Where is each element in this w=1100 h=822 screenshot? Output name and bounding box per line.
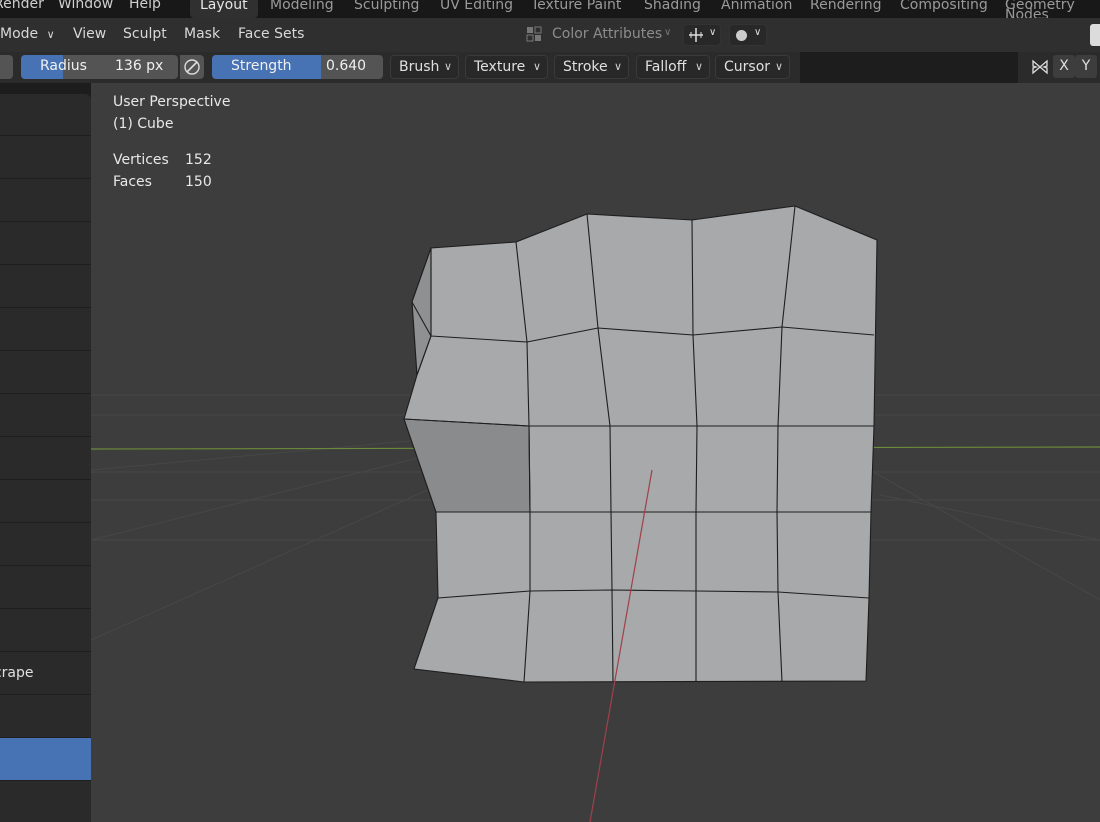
tool-shelf-item[interactable] xyxy=(0,352,91,394)
tool-shelf-item[interactable] xyxy=(0,94,91,136)
tab-sculpting[interactable]: Sculpting xyxy=(344,0,429,18)
tab-texture-paint[interactable]: Texture Paint xyxy=(521,0,631,18)
chevron-down-icon: ∨ xyxy=(664,27,672,38)
chevron-down-icon: ∨ xyxy=(754,27,762,38)
mode-label: Mode xyxy=(0,26,39,42)
3d-viewport[interactable]: User Perspective (1) Cube Vertices 152 F… xyxy=(91,83,1100,822)
strength-field[interactable]: Strength 0.640 xyxy=(212,55,383,79)
tool-shelf-item[interactable] xyxy=(0,180,91,222)
tool-shelf-item[interactable] xyxy=(0,696,91,738)
symmetry-x-toggle[interactable]: X xyxy=(1053,55,1075,78)
color-attributes-icon xyxy=(526,26,542,42)
tool-shelf-item[interactable]: p xyxy=(0,266,91,308)
radius-label: Radius xyxy=(40,58,87,74)
chevron-down-icon: ∨ xyxy=(443,60,452,73)
tab-rendering[interactable]: Rendering xyxy=(800,0,892,18)
tool-shelf-item[interactable] xyxy=(0,481,91,523)
stat-label-vertices: Vertices xyxy=(113,152,169,168)
menu-sculpt[interactable]: Sculpt xyxy=(123,26,167,42)
mode-selector[interactable]: Mode ∨ xyxy=(0,26,55,42)
tab-layout[interactable]: Layout xyxy=(190,0,258,18)
chevron-down-icon: ∨ xyxy=(774,60,783,73)
stat-value-faces: 150 xyxy=(185,174,212,190)
radius-field[interactable]: Radius 136 px xyxy=(21,55,178,79)
viewport-header: Mode ∨ View Sculpt Mask Face Sets Color … xyxy=(0,18,1100,52)
overlay-icon[interactable] xyxy=(1090,24,1100,46)
tool-shelf-item-transform[interactable]: orm xyxy=(0,782,91,822)
symmetry-icon xyxy=(687,27,705,47)
solid-shading-icon xyxy=(736,30,747,41)
tab-compositing[interactable]: Compositing xyxy=(890,0,998,18)
symmetry-options-dropdown[interactable]: ∨ xyxy=(683,24,721,46)
menu-render[interactable]: Render xyxy=(0,0,44,12)
cursor-dropdown-label: Cursor xyxy=(724,59,771,75)
mirror-butterfly-icon[interactable] xyxy=(1030,58,1050,76)
tool-shelf-item[interactable] xyxy=(0,610,91,652)
stroke-dropdown[interactable]: Stroke ∨ xyxy=(554,55,629,79)
tool-shelf-item[interactable] xyxy=(0,567,91,609)
strength-label: Strength xyxy=(231,58,292,74)
color-attributes-dropdown[interactable]: Color Attributes ∨ xyxy=(522,24,677,46)
menu-view[interactable]: View xyxy=(73,26,106,42)
tab-shading[interactable]: Shading xyxy=(634,0,711,18)
falloff-dropdown-label: Falloff xyxy=(645,59,687,75)
pen-pressure-icon xyxy=(184,59,200,75)
tool-shelf-item[interactable] xyxy=(0,223,91,265)
stroke-dropdown-label: Stroke xyxy=(563,59,608,75)
tool-shelf-item[interactable] xyxy=(0,438,91,480)
object-name: (1) Cube xyxy=(113,116,174,132)
pressure-radius-button[interactable] xyxy=(180,55,204,79)
tool-shelf-item[interactable] xyxy=(0,395,91,437)
shading-mode-dropdown[interactable]: ∨ xyxy=(729,24,767,46)
stat-label-faces: Faces xyxy=(113,174,152,190)
tool-shelf-item-selected[interactable] xyxy=(0,738,91,781)
tool-shelf-item[interactable] xyxy=(0,309,91,351)
tool-shelf-item-scrape[interactable]: e Scrape xyxy=(0,653,91,695)
cursor-dropdown[interactable]: Cursor ∨ xyxy=(715,55,790,79)
brush-preview-slot[interactable] xyxy=(0,55,13,79)
menu-mask[interactable]: Mask xyxy=(184,26,220,42)
menu-face-sets[interactable]: Face Sets xyxy=(238,26,304,42)
menu-window[interactable]: Window xyxy=(58,0,113,12)
menu-help[interactable]: Help xyxy=(129,0,161,12)
brush-dropdown[interactable]: Brush ∨ xyxy=(390,55,459,79)
chevron-down-icon: ∨ xyxy=(532,60,541,73)
texture-dropdown-label: Texture xyxy=(474,59,526,75)
radius-value: 136 px xyxy=(115,58,164,74)
cube-mesh xyxy=(403,205,878,683)
texture-dropdown[interactable]: Texture ∨ xyxy=(465,55,548,79)
viewport-scene xyxy=(91,205,1100,822)
stat-value-vertices: 152 xyxy=(185,152,212,168)
chevron-down-icon: ∨ xyxy=(613,60,622,73)
tab-modeling[interactable]: Modeling xyxy=(260,0,344,18)
color-attributes-label: Color Attributes xyxy=(552,26,663,42)
falloff-dropdown[interactable]: Falloff ∨ xyxy=(636,55,710,79)
chevron-down-icon: ∨ xyxy=(709,27,717,38)
chevron-down-icon: ∨ xyxy=(46,28,55,41)
strength-value: 0.640 xyxy=(326,58,367,74)
view-name: User Perspective xyxy=(113,94,231,110)
symmetry-y-toggle[interactable]: Y xyxy=(1075,55,1097,78)
brush-dropdown-label: Brush xyxy=(399,59,440,75)
tool-shelf-item[interactable] xyxy=(0,524,91,566)
workspace-bar: Render Window Help Layout Modeling Sculp… xyxy=(0,0,1100,22)
tab-animation[interactable]: Animation xyxy=(711,0,802,18)
tool-shelf-item[interactable]: p xyxy=(0,137,91,179)
chevron-down-icon: ∨ xyxy=(694,60,703,73)
tab-uv-editing[interactable]: UV Editing xyxy=(430,0,523,18)
tool-shelf: p p e Scrape orm xyxy=(0,94,91,822)
tab-geometry-nodes[interactable]: Geometry Nodes xyxy=(995,0,1100,22)
